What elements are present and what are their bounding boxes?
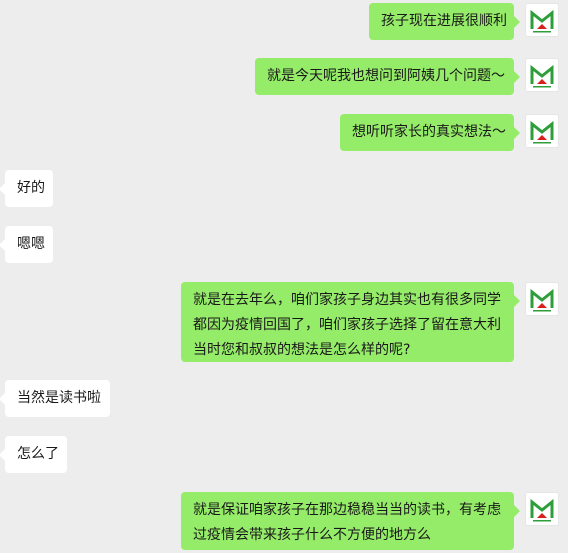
message-bubble-outgoing[interactable]: 就是今天呢我也想问到阿姨几个问题～ [255,58,520,95]
message-bubble-outgoing[interactable]: 孩子现在进展很顺利 [369,3,520,40]
message-text-line: 当时您和叔叔的想法是怎么样的呢? [193,342,411,358]
avatar[interactable] [525,282,559,316]
message-text-line: 都因为疫情回国了，咱们家孩子选择了留在意大利 [193,317,501,333]
message-bubble-incoming[interactable]: 嗯嗯 [0,226,53,263]
school-logo-icon [530,288,554,312]
message-text-line: 想听听家长的真实想法～ [352,124,506,140]
message-text-line: 就是在去年么，咱们家孩子身边其实也有很多同学 [193,292,501,308]
message-text-line: 嗯嗯 [17,236,45,252]
avatar[interactable] [525,492,559,526]
message-text-line: 过疫情会带来孩子什么不方便的地方么 [193,527,431,543]
school-logo-icon [530,498,554,522]
message-bubble-outgoing[interactable]: 想听听家长的真实想法～ [340,114,520,151]
chat-history[interactable]: 孩子现在进展很顺利 就是今天呢我也想问到阿姨几个问题～ 想听听家长的真实想法～ … [0,0,568,553]
message-bubble-incoming[interactable]: 怎么了 [0,436,67,473]
school-logo-icon [530,64,554,88]
message-bubble-outgoing[interactable]: 就是在去年么，咱们家孩子身边其实也有很多同学 都因为疫情回国了，咱们家孩子选择了… [181,282,520,362]
message-text-line: 就是保证咱家孩子在那边稳稳当当的读书，有考虑 [193,502,501,518]
message-bubble-incoming[interactable]: 当然是读书啦 [0,380,110,417]
message-text-line: 就是今天呢我也想问到阿姨几个问题～ [267,68,505,84]
school-logo-icon [530,120,554,144]
avatar[interactable] [525,3,559,37]
message-text-line: 孩子现在进展很顺利 [381,13,507,29]
message-text-line: 当然是读书啦 [17,390,101,406]
avatar[interactable] [525,58,559,92]
message-text-line: 怎么了 [17,446,59,462]
message-bubble-outgoing[interactable]: 就是保证咱家孩子在那边稳稳当当的读书，有考虑 过疫情会带来孩子什么不方便的地方么 [181,492,520,550]
avatar[interactable] [525,114,559,148]
message-bubble-incoming[interactable]: 好的 [0,170,53,207]
school-logo-icon [530,9,554,33]
message-text-line: 好的 [17,180,45,196]
